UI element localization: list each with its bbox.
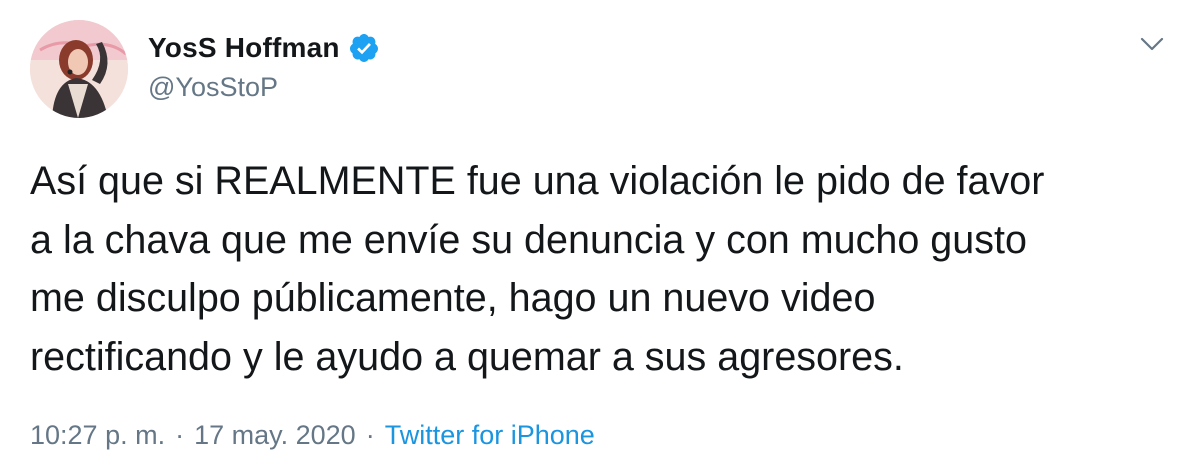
- chevron-down-icon[interactable]: [1139, 34, 1165, 54]
- tweet-text-line: Así que si REALMENTE fue una violación l…: [30, 159, 1045, 203]
- meta-separator: ·: [175, 420, 185, 450]
- tweet-text: Así que si REALMENTE fue una violación l…: [30, 152, 1170, 386]
- avatar[interactable]: [30, 20, 128, 118]
- tweet-text-line: a la chava que me envíe su denuncia y co…: [30, 217, 1027, 262]
- tweet-time[interactable]: 10:27 p. m.: [30, 420, 165, 451]
- tweet-date[interactable]: 17 may. 2020: [194, 420, 356, 451]
- meta-separator: ·: [365, 420, 375, 450]
- tweet-source-link[interactable]: Twitter for iPhone: [385, 420, 595, 451]
- display-name[interactable]: YosS Hoffman: [148, 32, 340, 64]
- tweet-text-line: rectificando y le ayudo a quemar a sus a…: [30, 334, 904, 379]
- author-name-row[interactable]: YosS Hoffman: [148, 30, 380, 66]
- avatar-image: [30, 20, 128, 118]
- tweet-card: YosS Hoffman @YosStoP Así que si REALMEN…: [0, 0, 1196, 476]
- tweet-text-line: me disculpo públicamente, hago un nuevo …: [30, 276, 876, 320]
- verified-badge-icon: [349, 34, 378, 62]
- author-handle[interactable]: @YosStoP: [148, 72, 278, 103]
- tweet-meta: 10:27 p. m. · 17 may. 2020 · Twitter for…: [30, 420, 595, 451]
